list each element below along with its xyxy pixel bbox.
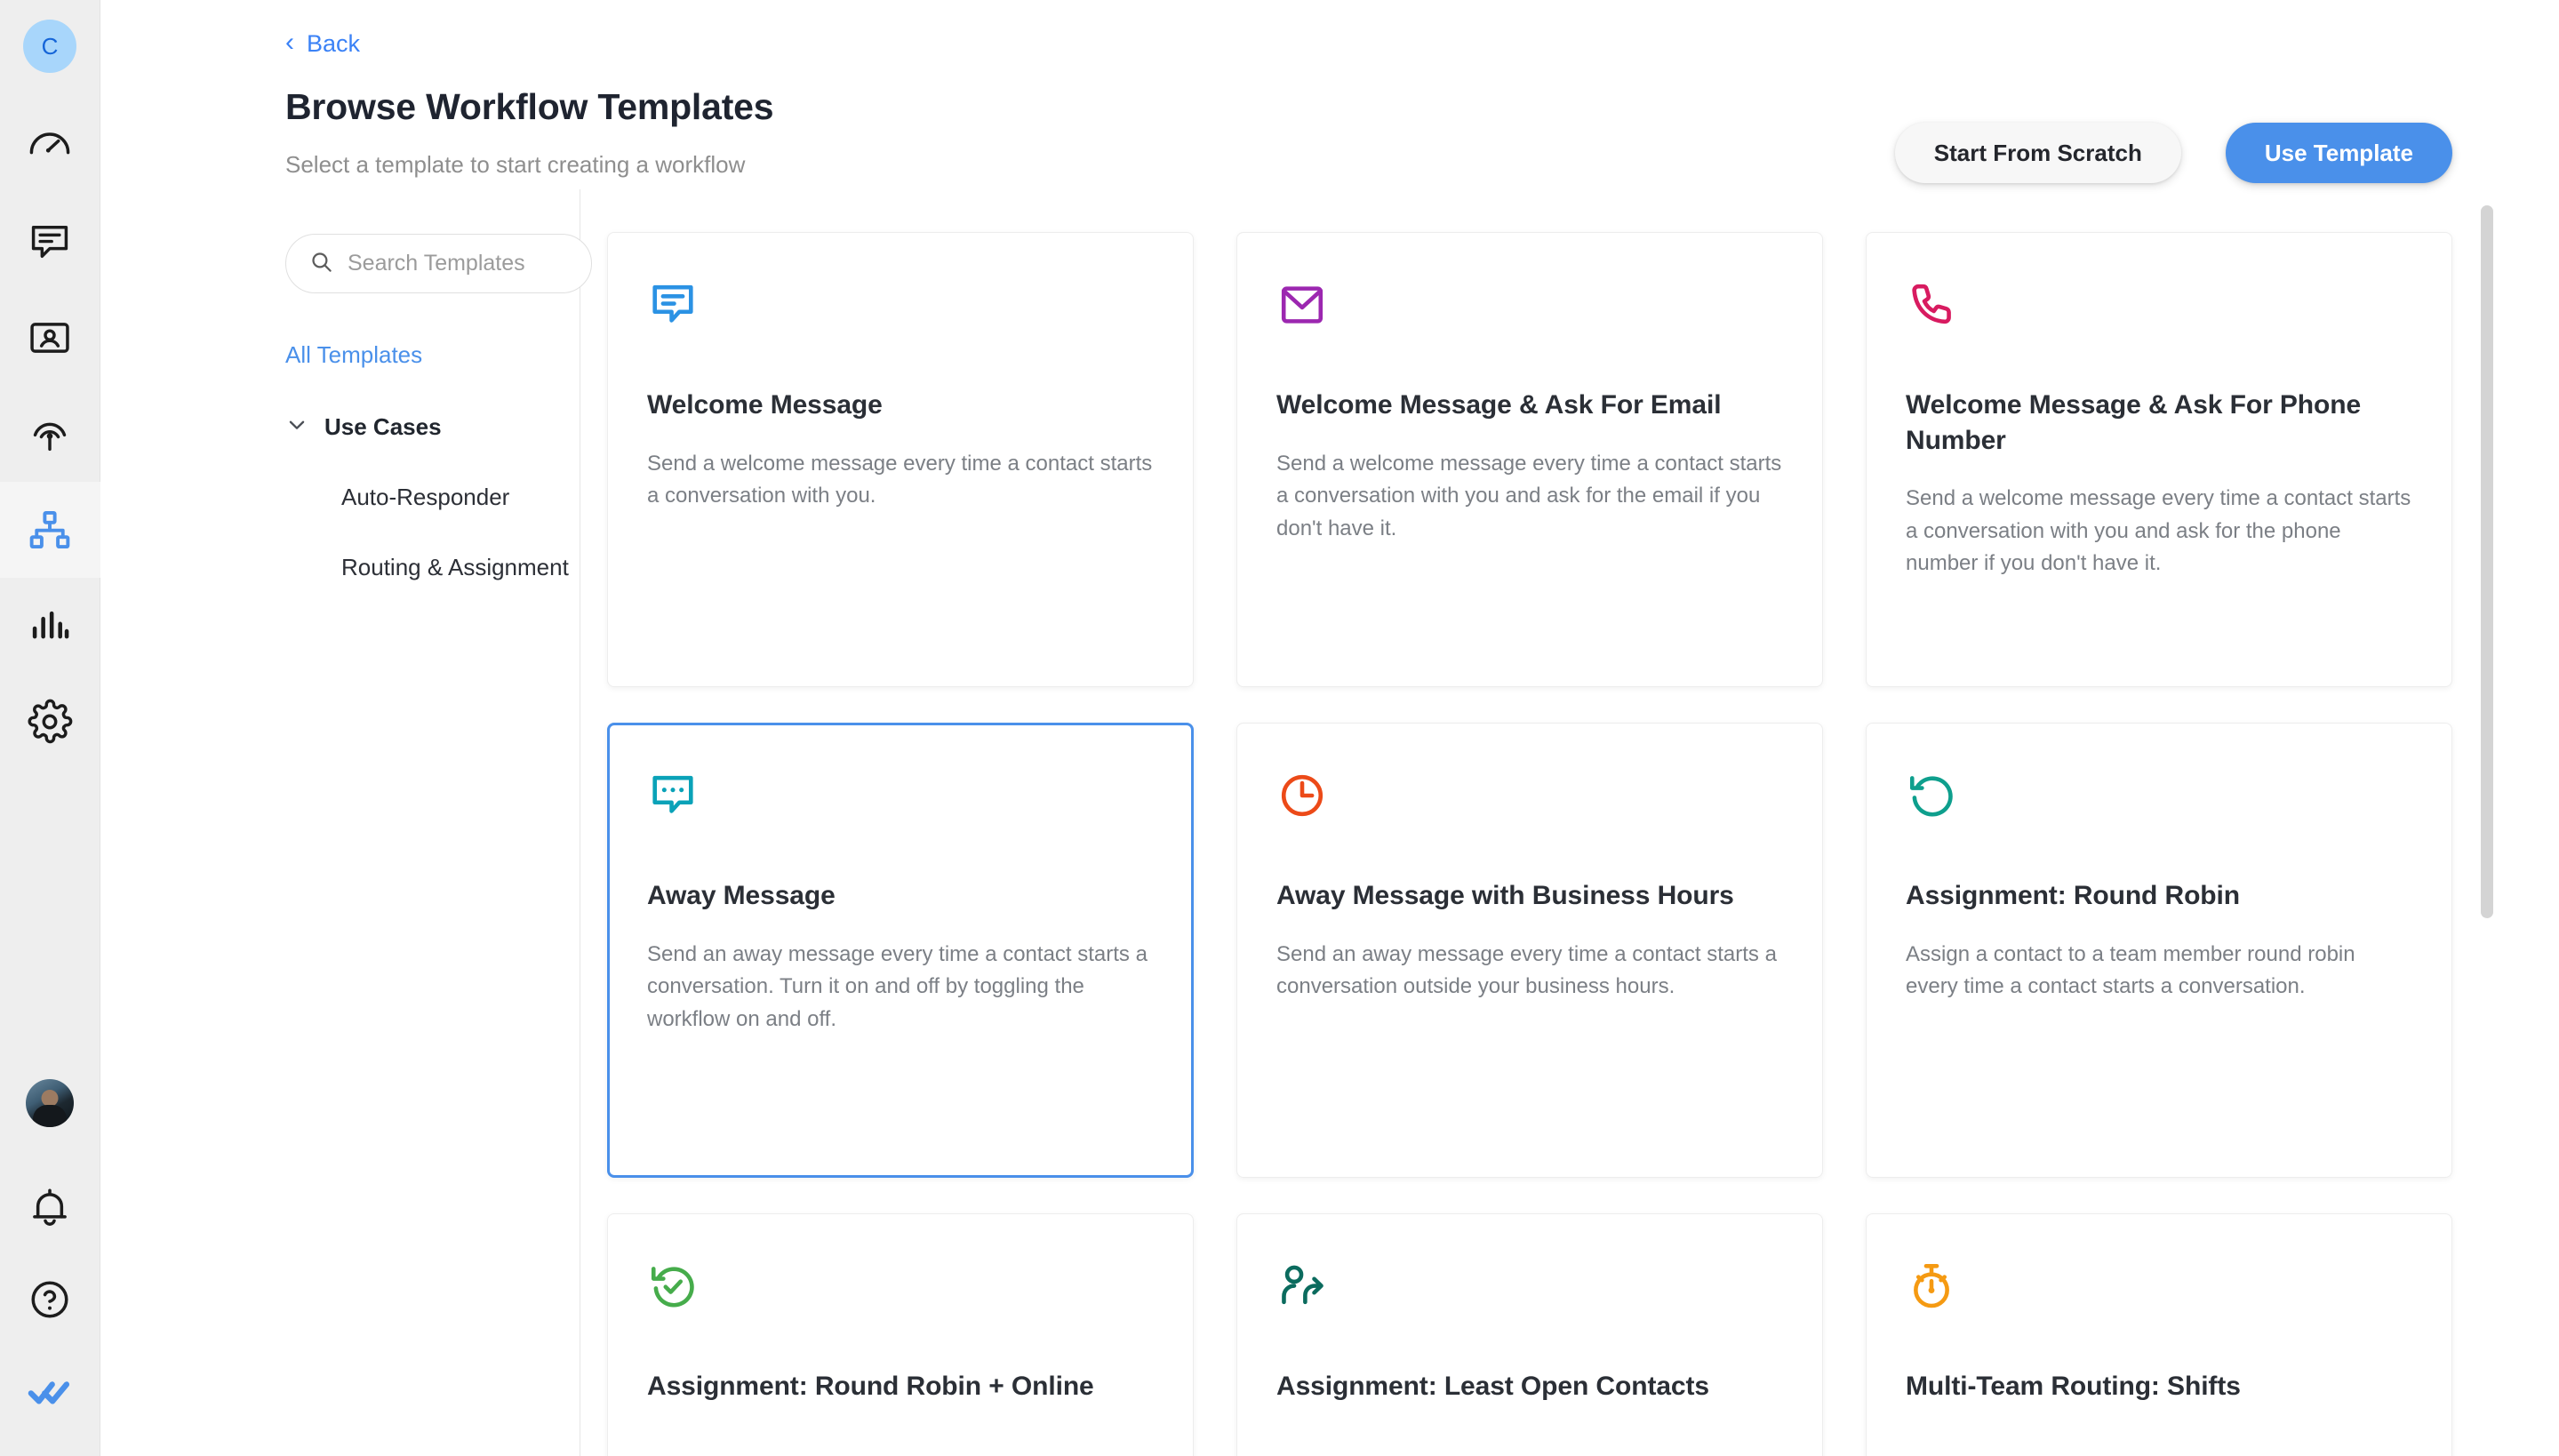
template-card[interactable]: Welcome Message & Ask For Phone Number S… [1866,232,2452,687]
app-root: C [0,0,2559,1456]
envelope-icon [1276,279,1783,345]
stopwatch-icon [1906,1260,2412,1326]
main-content: ‹ Back Browse Workflow Templates Select … [100,0,2559,1456]
filter-all-templates[interactable]: All Templates [285,341,580,369]
scrollbar-thumb[interactable] [2481,205,2493,918]
back-label: Back [307,30,360,58]
sidebar-item-broadcasts[interactable] [0,386,100,482]
workflows-icon [27,507,73,553]
dashboard-icon [27,123,73,169]
chat-bubble-lines-icon [647,279,1154,345]
chevron-left-icon: ‹ [285,29,294,56]
phone-icon [1906,279,2412,345]
sidebar-item-notifications[interactable] [0,1161,100,1253]
broadcasts-icon [27,411,73,457]
person-arrow-icon [1276,1260,1783,1326]
filter-item-routing-assignment[interactable]: Routing & Assignment [341,554,580,581]
filter-group-use-cases[interactable]: Use Cases [285,413,580,441]
template-card[interactable]: Assignment: Round Robin + Online [607,1213,1194,1456]
messages-icon [27,219,73,265]
template-title: Assignment: Round Robin [1906,878,2412,914]
template-card[interactable]: Multi-Team Routing: Shifts [1866,1213,2452,1456]
body-area: All Templates Use Cases Auto-Responder R… [100,189,2559,1456]
filter-panel: All Templates Use Cases Auto-Responder R… [100,189,580,1456]
back-button[interactable]: ‹ Back [285,30,360,58]
template-title: Assignment: Round Robin + Online [647,1369,1154,1404]
rotate-ccw-icon [1906,770,2412,836]
filter-group-label: Use Cases [324,413,442,441]
template-description: Send an away message every time a contac… [1276,939,1783,1004]
template-card[interactable]: Welcome Message Send a welcome message e… [607,232,1194,687]
page-header: ‹ Back Browse Workflow Templates Select … [100,0,2559,179]
respond-logo-icon-wrap[interactable] [0,1346,100,1438]
start-from-scratch-button[interactable]: Start From Scratch [1895,123,2181,183]
workspace-initial: C [42,33,59,60]
help-circle-icon [28,1277,72,1322]
search-templates-field[interactable] [285,234,592,293]
template-title: Welcome Message & Ask For Email [1276,388,1783,423]
bell-icon [28,1185,72,1229]
template-card[interactable]: Away Message with Business Hours Send an… [1236,723,1823,1178]
template-card[interactable]: Assignment: Least Open Contacts [1236,1213,1823,1456]
reports-icon [27,603,73,649]
sidebar-item-contacts[interactable] [0,290,100,386]
template-title: Welcome Message & Ask For Phone Number [1906,388,2412,458]
templates-grid: Welcome Message Send a welcome message e… [607,232,2452,1456]
workspace-avatar[interactable]: C [23,20,76,73]
respond-logo-icon [26,1368,74,1416]
header-actions: Start From Scratch Use Template [1895,123,2452,183]
sidebar-item-dashboard[interactable] [0,98,100,194]
template-title: Welcome Message [647,388,1154,423]
sidebar-item-settings[interactable] [0,674,100,770]
template-description: Send an away message every time a contac… [647,939,1154,1036]
template-description: Send a welcome message every time a cont… [1276,448,1783,545]
gear-icon [27,699,73,745]
template-title: Assignment: Least Open Contacts [1276,1369,1783,1404]
rail-bottom-group [0,1079,100,1438]
primary-nav-rail: C [0,0,100,1456]
template-title: Multi-Team Routing: Shifts [1906,1369,2412,1404]
use-template-button[interactable]: Use Template [2226,123,2452,183]
template-description: Send a welcome message every time a cont… [647,448,1154,513]
rail-top-group: C [0,0,100,770]
sidebar-item-messages[interactable] [0,194,100,290]
chat-bubble-dots-icon [647,770,1154,836]
template-card[interactable]: Assignment: Round Robin Assign a contact… [1866,723,2452,1178]
clock-icon [1276,770,1783,836]
sidebar-item-reports[interactable] [0,578,100,674]
rotate-check-icon [647,1260,1154,1326]
page-title: Browse Workflow Templates [285,86,2559,128]
template-description: Assign a contact to a team member round … [1906,939,2412,1004]
contacts-icon [27,315,73,361]
sidebar-item-workflows[interactable] [0,482,100,578]
search-icon [309,250,333,278]
template-card[interactable]: Welcome Message & Ask For Email Send a w… [1236,232,1823,687]
templates-scroll-region: Welcome Message Send a welcome message e… [580,189,2559,1456]
template-title: Away Message with Business Hours [1276,878,1783,914]
template-card-selected[interactable]: Away Message Send an away message every … [607,723,1194,1178]
scrollbar-track[interactable] [2481,196,2493,1456]
template-description: Send a welcome message every time a cont… [1906,483,2412,580]
filter-item-auto-responder[interactable]: Auto-Responder [341,484,580,511]
template-title: Away Message [647,878,1154,914]
sidebar-item-help[interactable] [0,1253,100,1346]
chevron-down-icon [285,413,308,441]
user-avatar[interactable] [26,1079,74,1127]
